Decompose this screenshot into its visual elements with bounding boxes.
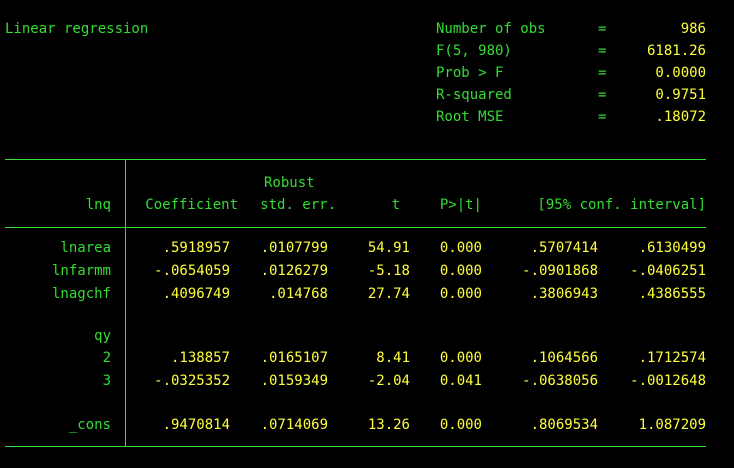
t-value: 54.91 xyxy=(367,240,410,256)
row-name: 3 xyxy=(102,373,111,389)
depvar-label: lnq xyxy=(85,197,111,213)
p-value: 0.000 xyxy=(439,263,482,279)
table-bottom-rule xyxy=(5,446,706,447)
ci-upper: -.0012648 xyxy=(630,373,706,389)
col-header-se: std. err. xyxy=(260,197,336,213)
se-value: .0165107 xyxy=(260,350,328,366)
coef-value: -.0325352 xyxy=(154,373,230,389)
factor-group-label: qy xyxy=(94,328,111,344)
regression-title: Linear regression xyxy=(5,21,149,37)
stat-equals: = xyxy=(598,109,607,125)
se-value: .0126279 xyxy=(260,263,328,279)
t-value: 13.26 xyxy=(367,417,410,433)
stat-value: 986 xyxy=(680,21,706,37)
stat-value: 6181.26 xyxy=(646,43,706,59)
ci-upper: .4386555 xyxy=(638,286,706,302)
stat-equals: = xyxy=(598,87,607,103)
stat-label: Number of obs xyxy=(436,21,546,37)
ci-upper: .1712574 xyxy=(638,350,706,366)
t-value: 27.74 xyxy=(367,286,410,302)
coef-value: .5918957 xyxy=(162,240,230,256)
row-name: lnagchf xyxy=(51,286,111,302)
coef-value: .4096749 xyxy=(162,286,230,302)
se-value: .014768 xyxy=(268,286,328,302)
ci-lower: -.0638056 xyxy=(522,373,598,389)
col-header-p: P>|t| xyxy=(439,197,482,213)
coef-value: .138857 xyxy=(170,350,230,366)
row-name: 2 xyxy=(102,350,111,366)
stat-label: R-squared xyxy=(436,87,512,103)
stat-equals: = xyxy=(598,65,607,81)
row-name: lnfarmm xyxy=(51,263,111,279)
se-value: .0159349 xyxy=(260,373,328,389)
row-name: lnarea xyxy=(60,240,111,256)
col-header-coef: Coefficient xyxy=(145,197,238,213)
stat-label: Root MSE xyxy=(436,109,504,125)
stat-equals: = xyxy=(598,43,607,59)
p-value: 0.041 xyxy=(439,373,482,389)
ci-upper: -.0406251 xyxy=(630,263,706,279)
coef-value: -.0654059 xyxy=(154,263,230,279)
stat-value: 0.9751 xyxy=(655,87,706,103)
coef-value: .9470814 xyxy=(162,417,230,433)
stat-value: .18072 xyxy=(655,109,706,125)
table-header-rule xyxy=(5,227,706,228)
stat-value: 0.0000 xyxy=(655,65,706,81)
row-name: _cons xyxy=(68,417,111,433)
ci-lower: .3806943 xyxy=(530,286,598,302)
ci-upper: .6130499 xyxy=(638,240,706,256)
stat-equals: = xyxy=(598,21,607,37)
p-value: 0.000 xyxy=(439,240,482,256)
col-header-ci: [95% conf. interval] xyxy=(537,197,706,213)
ci-lower: .8069534 xyxy=(530,417,598,433)
stat-label: F(5, 980) xyxy=(436,43,512,59)
robust-header: Robust xyxy=(264,175,315,191)
p-value: 0.000 xyxy=(439,286,482,302)
se-value: .0107799 xyxy=(260,240,328,256)
p-value: 0.000 xyxy=(439,417,482,433)
t-value: -2.04 xyxy=(367,373,410,389)
se-value: .0714069 xyxy=(260,417,328,433)
col-header-t: t xyxy=(391,197,400,213)
t-value: 8.41 xyxy=(376,350,410,366)
ci-upper: 1.087209 xyxy=(638,417,706,433)
table-divider xyxy=(125,159,126,447)
stat-label: Prob > F xyxy=(436,65,504,81)
table-top-rule xyxy=(5,159,706,160)
ci-lower: .5707414 xyxy=(530,240,598,256)
ci-lower: .1064566 xyxy=(530,350,598,366)
p-value: 0.000 xyxy=(439,350,482,366)
ci-lower: -.0901868 xyxy=(522,263,598,279)
t-value: -5.18 xyxy=(367,263,410,279)
